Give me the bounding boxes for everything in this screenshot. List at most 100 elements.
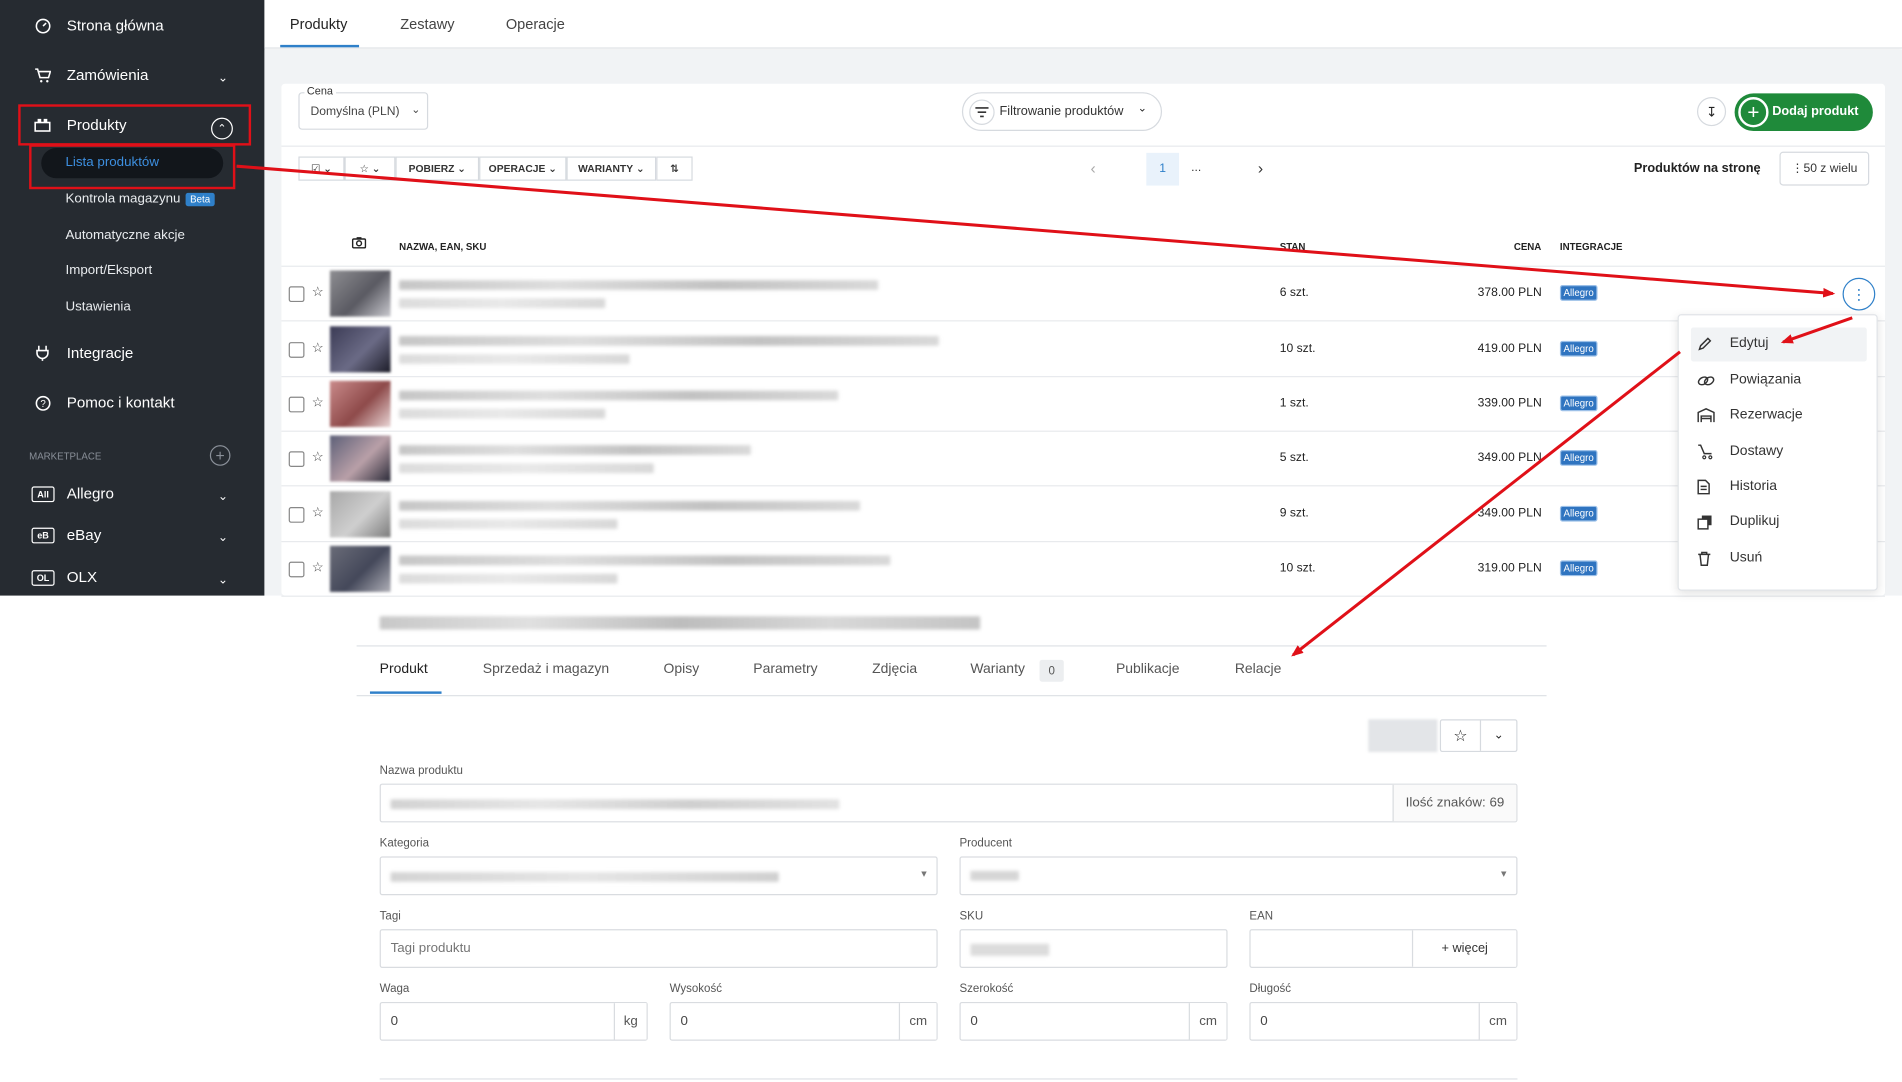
more-ean-button[interactable]: + więcej xyxy=(1411,930,1517,967)
allegro-badge[interactable]: Allegro xyxy=(1559,395,1598,412)
add-product-button[interactable]: + Dodaj produkt xyxy=(1734,93,1873,132)
width-input[interactable]: 0 cm xyxy=(959,1001,1228,1041)
download-icon[interactable]: ↧ xyxy=(1696,97,1727,127)
per-page-select[interactable]: ⋮ 50 z wielu xyxy=(1779,151,1870,186)
category-select[interactable]: ▾ xyxy=(379,856,938,896)
menu-item-cart[interactable]: Dostawy xyxy=(1690,437,1866,469)
product-thumbnail[interactable] xyxy=(329,270,391,317)
column-header-stan[interactable]: STAN xyxy=(1280,241,1306,252)
length-input[interactable]: 0 cm xyxy=(1249,1001,1518,1041)
allegro-badge[interactable]: Allegro xyxy=(1559,340,1598,357)
star-icon[interactable]: ☆ xyxy=(312,394,324,410)
row-checkbox[interactable] xyxy=(288,342,305,358)
allegro-badge[interactable]: Allegro xyxy=(1559,285,1598,301)
filter-products-button[interactable]: Filtrowanie produktów ⌄ xyxy=(961,92,1163,132)
sidebar-marketplace-allegro[interactable]: All Allegro xyxy=(31,485,114,502)
menu-item-link[interactable]: Powiązania xyxy=(1690,365,1866,397)
blurred-product-name[interactable] xyxy=(399,445,751,455)
form-tab-7[interactable]: Relacje xyxy=(1235,662,1282,677)
allegro-badge[interactable]: Allegro xyxy=(1559,505,1598,522)
column-header-cena[interactable]: CENA xyxy=(1514,241,1542,252)
product-thumbnail[interactable] xyxy=(329,326,391,373)
sidebar-sub-import-export[interactable]: Import/Eksport xyxy=(66,263,153,278)
divider xyxy=(281,595,1886,597)
select-all-dropdown[interactable]: ☑ ⌄ xyxy=(298,156,345,181)
menu-item-pencil[interactable]: Edytuj xyxy=(1690,329,1866,361)
weight-input[interactable]: 0 kg xyxy=(379,1001,648,1041)
product-thumbnail[interactable] xyxy=(329,435,391,482)
star-icon[interactable]: ☆ xyxy=(1441,720,1482,751)
form-tab-3[interactable]: Parametry xyxy=(753,662,817,677)
row-checkbox[interactable] xyxy=(288,286,305,303)
menu-item-garage[interactable]: Rezerwacje xyxy=(1690,400,1866,432)
ean-input[interactable]: + więcej xyxy=(1249,929,1518,968)
sort-icon[interactable]: ⇅ xyxy=(656,156,693,181)
product-name-input[interactable]: Ilość znaków: 69 xyxy=(379,783,1518,823)
chevron-down-icon[interactable]: ⌄ xyxy=(1481,721,1516,751)
chevron-down-icon[interactable]: ⌄ xyxy=(218,574,228,587)
row-checkbox[interactable] xyxy=(288,451,305,468)
product-thumbnail[interactable] xyxy=(329,491,391,538)
favorite-dropdown[interactable]: ☆ ⌄ xyxy=(344,156,396,181)
prev-page-icon[interactable]: ‹ xyxy=(1090,159,1095,177)
sidebar-sub-auto-actions[interactable]: Automatyczne akcje xyxy=(66,228,185,243)
star-icon[interactable]: ☆ xyxy=(312,284,324,300)
row-checkbox[interactable] xyxy=(288,396,305,413)
blurred-product-name[interactable] xyxy=(399,336,939,346)
menu-item-label: Dostawy xyxy=(1729,443,1784,459)
form-tab-4[interactable]: Zdjęcia xyxy=(872,662,917,677)
star-icon[interactable]: ☆ xyxy=(312,449,324,465)
product-thumbnail[interactable] xyxy=(329,545,391,592)
tab-zestawy[interactable]: Zestawy xyxy=(400,16,454,33)
blurred-product-name[interactable] xyxy=(399,390,839,401)
favorite-split-button[interactable]: ☆ ⌄ xyxy=(1439,719,1518,753)
tab-produkty[interactable]: Produkty xyxy=(290,16,347,33)
form-tab-1[interactable]: Sprzedaż i magazyn xyxy=(483,662,609,677)
price-select[interactable]: Cena Domyślna (PLN) ⌄ xyxy=(298,84,429,130)
sidebar-item-orders[interactable]: Zamówienia xyxy=(34,67,234,84)
height-input[interactable]: 0 cm xyxy=(669,1001,938,1041)
row-checkbox[interactable] xyxy=(288,507,305,523)
operacje-dropdown[interactable]: OPERACJE ⌄ xyxy=(479,156,567,181)
star-icon[interactable]: ☆ xyxy=(312,559,324,575)
sidebar-sub-settings[interactable]: Ustawienia xyxy=(66,300,131,315)
allegro-badge[interactable]: Allegro xyxy=(1559,450,1598,466)
sidebar-item-home[interactable]: Strona główna xyxy=(34,17,164,34)
sidebar-marketplace-ebay[interactable]: eB eBay xyxy=(31,526,101,543)
blurred-product-name[interactable] xyxy=(399,555,891,566)
product-thumbnail[interactable] xyxy=(329,380,391,427)
form-tab-5[interactable]: Warianty xyxy=(970,662,1025,677)
sidebar-item-integrations[interactable]: Integracje xyxy=(34,344,133,361)
field-label-length: Długość xyxy=(1249,982,1292,996)
column-header-name[interactable]: NAZWA, EAN, SKU xyxy=(399,241,486,252)
tags-input[interactable] xyxy=(379,929,938,968)
row-checkbox[interactable] xyxy=(288,561,305,578)
sku-input[interactable] xyxy=(959,929,1228,968)
blurred-product-name[interactable] xyxy=(399,500,861,511)
add-marketplace-icon[interactable]: + xyxy=(209,445,231,466)
tab-operacje[interactable]: Operacje xyxy=(506,16,565,33)
menu-item-trash[interactable]: Usuń xyxy=(1690,543,1866,575)
form-tab-0[interactable]: Produkt xyxy=(380,662,428,677)
chevron-down-icon[interactable]: ⌄ xyxy=(218,531,228,544)
star-icon[interactable]: ☆ xyxy=(312,340,324,356)
row-actions-menu-icon[interactable]: ⋮ xyxy=(1842,277,1876,311)
sidebar-item-help[interactable]: ? Pomoc i kontakt xyxy=(34,394,175,411)
form-tab-6[interactable]: Publikacje xyxy=(1116,662,1180,677)
form-tab-2[interactable]: Opisy xyxy=(664,662,700,677)
star-icon[interactable]: ☆ xyxy=(312,505,324,521)
warianty-dropdown[interactable]: WARIANTY ⌄ xyxy=(566,156,657,181)
sidebar-sub-stock-control[interactable]: Kontrola magazynu Beta xyxy=(66,192,216,207)
sidebar-marketplace-olx[interactable]: OL OLX xyxy=(31,569,97,586)
next-page-icon[interactable]: › xyxy=(1258,159,1263,177)
blurred-product-name[interactable] xyxy=(399,280,879,290)
chevron-down-icon[interactable]: ⌄ xyxy=(218,72,228,85)
page-1-button[interactable]: 1 xyxy=(1146,152,1180,186)
pobierz-dropdown[interactable]: POBIERZ ⌄ xyxy=(395,156,480,181)
menu-item-document[interactable]: Historia xyxy=(1690,472,1866,504)
menu-item-copy[interactable]: Duplikuj xyxy=(1690,507,1866,539)
producer-select[interactable]: ▾ xyxy=(959,856,1518,896)
allegro-badge[interactable]: Allegro xyxy=(1559,560,1598,577)
divider xyxy=(281,540,1886,543)
chevron-down-icon[interactable]: ⌄ xyxy=(218,490,228,503)
